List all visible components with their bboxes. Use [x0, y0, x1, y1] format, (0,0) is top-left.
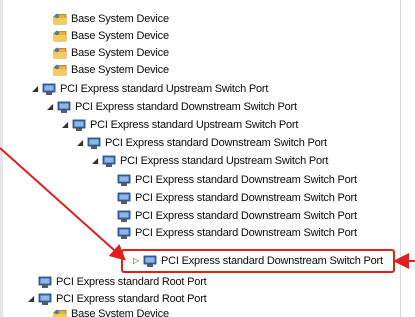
folder-device-icon	[53, 12, 67, 26]
pci-port-icon	[117, 173, 131, 187]
tree-item-label: Base System Device	[71, 47, 169, 59]
tree-item-label: PCI Express standard Root Port	[56, 293, 207, 305]
expand-arrow-icon[interactable]: ▷	[131, 256, 141, 266]
tree-item-label: PCI Express standard Downstream Switch P…	[135, 227, 357, 239]
device-tree: Base System Device Base System Device Ba…	[0, 0, 400, 317]
pci-port-icon	[143, 254, 157, 268]
tree-item-label: PCI Express standard Root Port	[56, 276, 207, 288]
tree-item-base-system-device-1[interactable]: Base System Device	[53, 11, 169, 27]
device-manager-view: Base System Device Base System Device Ba…	[0, 0, 415, 317]
collapse-arrow-icon[interactable]: ◢	[90, 156, 100, 166]
tree-item-downstream-switch-port-highlighted[interactable]: ▷ PCI Express standard Downstream Switch…	[131, 253, 383, 269]
window-right-edge	[400, 0, 415, 317]
collapse-arrow-icon[interactable]: ◢	[26, 294, 36, 304]
tree-item-downstream-switch-port-6[interactable]: PCI Express standard Downstream Switch P…	[117, 226, 357, 240]
tree-item-downstream-switch-port-3[interactable]: PCI Express standard Downstream Switch P…	[117, 172, 357, 188]
tree-item-upstream-switch-port-1[interactable]: ◢ PCI Express standard Upstream Switch P…	[30, 81, 268, 97]
tree-item-upstream-switch-port-3[interactable]: ◢ PCI Express standard Upstream Switch P…	[90, 153, 328, 169]
pci-port-icon	[87, 136, 101, 150]
tree-item-label: PCI Express standard Downstream Switch P…	[135, 210, 357, 222]
tree-item-label: PCI Express standard Downstream Switch P…	[75, 101, 297, 113]
tree-item-base-system-device-4[interactable]: Base System Device	[53, 62, 169, 78]
tree-item-label: PCI Express standard Downstream Switch P…	[135, 192, 357, 204]
pci-port-icon	[38, 292, 52, 306]
tree-item-label: Base System Device	[71, 308, 169, 317]
tree-item-downstream-switch-port-5[interactable]: PCI Express standard Downstream Switch P…	[117, 208, 357, 224]
tree-item-label: Base System Device	[71, 30, 169, 42]
tree-item-downstream-switch-port-4[interactable]: PCI Express standard Downstream Switch P…	[117, 190, 357, 206]
tree-item-label: Base System Device	[71, 13, 169, 25]
tree-item-base-system-device-5[interactable]: Base System Device	[53, 308, 169, 317]
collapse-arrow-icon[interactable]: ◢	[75, 138, 85, 148]
tree-item-downstream-switch-port-1[interactable]: ◢ PCI Express standard Downstream Switch…	[45, 99, 297, 115]
tree-item-label: PCI Express standard Downstream Switch P…	[105, 137, 327, 149]
pci-port-icon	[38, 275, 52, 289]
tree-item-downstream-switch-port-2[interactable]: ◢ PCI Express standard Downstream Switch…	[75, 135, 327, 151]
folder-device-icon	[53, 308, 67, 317]
tree-item-label: PCI Express standard Downstream Switch P…	[161, 255, 383, 267]
pci-port-icon	[57, 100, 71, 114]
pci-port-icon	[102, 154, 116, 168]
folder-device-icon	[53, 46, 67, 60]
tree-item-root-port-2[interactable]: ◢ PCI Express standard Root Port	[26, 291, 207, 307]
collapse-arrow-icon[interactable]: ◢	[60, 120, 70, 130]
tree-item-label: PCI Express standard Upstream Switch Por…	[120, 155, 329, 167]
tree-item-label: PCI Express standard Upstream Switch Por…	[60, 83, 269, 95]
tree-item-label: Base System Device	[71, 64, 169, 76]
collapse-arrow-icon[interactable]: ◢	[30, 84, 40, 94]
tree-item-root-port-1[interactable]: PCI Express standard Root Port	[38, 274, 207, 290]
pci-port-icon	[42, 82, 56, 96]
folder-device-icon	[53, 29, 67, 43]
collapse-arrow-icon[interactable]: ◢	[45, 102, 55, 112]
tree-item-base-system-device-3[interactable]: Base System Device	[53, 45, 169, 61]
pci-port-icon	[72, 118, 86, 132]
pci-port-icon	[117, 209, 131, 223]
folder-device-icon	[53, 63, 67, 77]
tree-item-label: PCI Express standard Downstream Switch P…	[135, 174, 357, 186]
pci-port-icon	[117, 191, 131, 205]
tree-item-upstream-switch-port-2[interactable]: ◢ PCI Express standard Upstream Switch P…	[60, 117, 298, 133]
pci-port-icon	[117, 226, 131, 240]
tree-item-base-system-device-2[interactable]: Base System Device	[53, 28, 169, 44]
tree-item-label: PCI Express standard Upstream Switch Por…	[90, 119, 299, 131]
